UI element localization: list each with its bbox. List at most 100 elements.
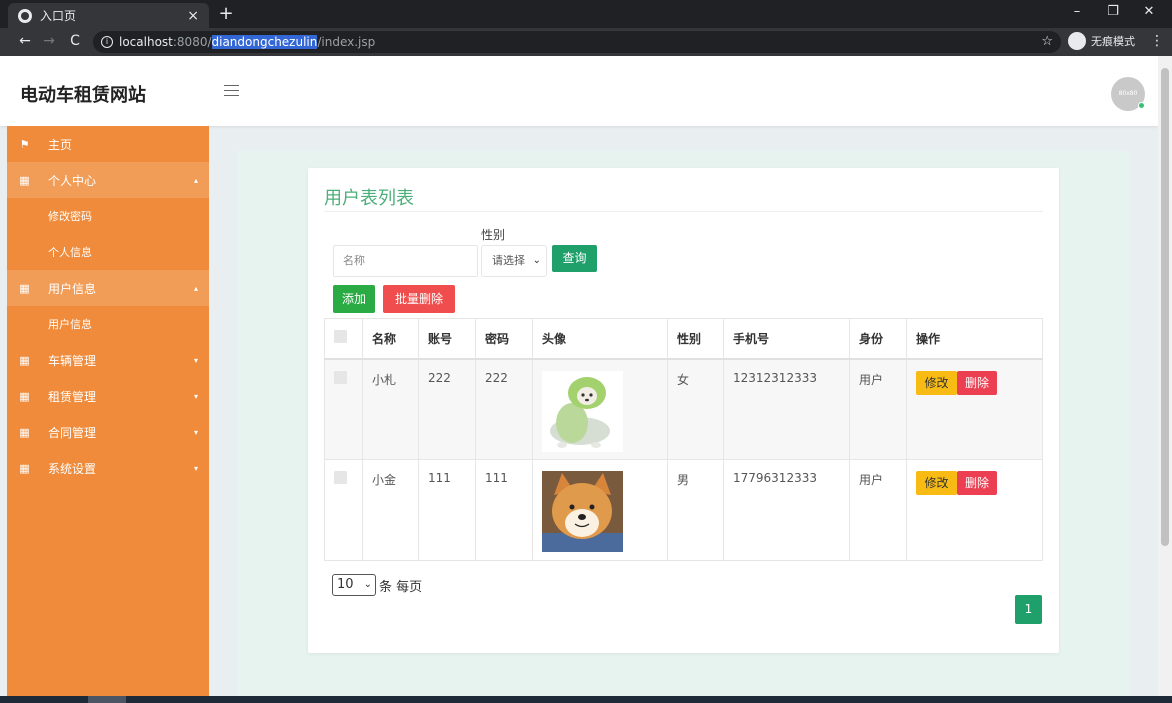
cabbage-dog-photo bbox=[542, 370, 623, 452]
column-header: 操作 bbox=[906, 318, 1043, 360]
sidebar-item-personal-center[interactable]: ▦ 个人中心 ▴ bbox=[7, 162, 209, 198]
page-title: 用户表列表 bbox=[324, 188, 414, 209]
query-button[interactable]: 查询 bbox=[552, 245, 597, 272]
row-select-cell bbox=[324, 358, 363, 460]
cell-avatar bbox=[532, 459, 668, 561]
page-scrollbar[interactable] bbox=[1158, 56, 1172, 696]
column-header: 账号 bbox=[418, 318, 476, 360]
cell-actions: 修改 删除 bbox=[906, 358, 1043, 460]
table-header-row: 名称 账号 密码 头像 性别 手机号 身份 操作 bbox=[324, 318, 1043, 360]
flag-icon: ⚑ bbox=[19, 137, 30, 151]
gender-label: 性别 bbox=[481, 228, 506, 242]
close-tab-icon[interactable]: × bbox=[187, 8, 199, 24]
cell-phone: 17796312333 bbox=[723, 459, 850, 561]
sidebar-item-home[interactable]: ⚑ 主页 bbox=[7, 126, 209, 162]
grid-icon: ▦ bbox=[19, 389, 30, 403]
cell-gender: 男 bbox=[667, 459, 724, 561]
batch-delete-button[interactable]: 批量删除 bbox=[383, 285, 455, 313]
row-checkbox[interactable] bbox=[334, 370, 347, 384]
back-icon[interactable]: ← bbox=[16, 33, 34, 49]
sidebar: ⚑ 主页 ▦ 个人中心 ▴ 修改密码 个人信息 ▦ 用户信息 ▴ 用户信息 ▦ … bbox=[7, 126, 209, 696]
tab-title: 入口页 bbox=[40, 9, 77, 23]
incognito-indicator[interactable]: 无痕模式 bbox=[1068, 32, 1135, 50]
column-header: 性别 bbox=[667, 318, 724, 360]
incognito-icon bbox=[1068, 32, 1086, 50]
reload-icon[interactable]: C bbox=[66, 33, 84, 49]
online-status-dot bbox=[1138, 102, 1145, 109]
chevron-down-icon: ⌄ bbox=[363, 579, 372, 590]
info-icon[interactable]: i bbox=[101, 36, 113, 48]
gender-select[interactable]: 请选择 ⌄ bbox=[481, 245, 547, 277]
add-button[interactable]: 添加 bbox=[333, 285, 375, 313]
globe-icon bbox=[18, 8, 32, 23]
row-checkbox[interactable] bbox=[334, 471, 347, 484]
cell-password: 222 bbox=[475, 358, 533, 460]
minimize-icon[interactable]: – bbox=[1062, 4, 1092, 19]
hamburger-menu-icon[interactable] bbox=[224, 85, 239, 96]
incognito-label: 无痕模式 bbox=[1091, 35, 1135, 48]
sidebar-subitem-user-info[interactable]: 用户信息 bbox=[7, 306, 209, 342]
cell-name: 小金 bbox=[362, 459, 419, 561]
address-bar[interactable]: i localhost :8080/ diandongchezulin /ind… bbox=[93, 31, 1061, 53]
table-row: 小札 222 222 女 12312312333 用户 修改 删除 bbox=[324, 358, 1043, 460]
cell-avatar bbox=[532, 358, 668, 460]
search-input[interactable]: 名称 bbox=[333, 245, 478, 277]
app-header: 电动车租赁网站 80x80 bbox=[0, 56, 1158, 126]
divider bbox=[324, 211, 1043, 212]
column-header: 头像 bbox=[532, 318, 668, 360]
browser-tabbar: 入口页 × + – ❐ ✕ bbox=[0, 0, 1172, 28]
cell-name: 小札 bbox=[362, 358, 419, 460]
url-host: localhost bbox=[119, 35, 173, 49]
sidebar-item-rental-mgmt[interactable]: ▦ 租赁管理 ▾ bbox=[7, 378, 209, 414]
sidebar-item-label: 用户信息 bbox=[48, 281, 97, 296]
delete-button[interactable]: 删除 bbox=[957, 370, 997, 395]
sidebar-item-label: 用户信息 bbox=[48, 318, 92, 331]
site-title: 电动车租赁网站 bbox=[20, 85, 146, 106]
chevron-down-icon: ▾ bbox=[193, 428, 198, 437]
scrollbar-thumb[interactable] bbox=[1161, 68, 1169, 546]
restore-icon[interactable]: ❐ bbox=[1098, 4, 1128, 19]
user-table: 名称 账号 密码 头像 性别 手机号 身份 操作 小札 222 222 女 12… bbox=[324, 318, 1043, 561]
sidebar-item-label: 车辆管理 bbox=[48, 353, 97, 368]
window-close-icon[interactable]: ✕ bbox=[1134, 4, 1164, 19]
cell-role: 用户 bbox=[849, 358, 907, 460]
column-header: 密码 bbox=[475, 318, 533, 360]
cell-password: 111 bbox=[475, 459, 533, 561]
os-taskbar bbox=[0, 696, 1172, 703]
edit-button[interactable]: 修改 bbox=[916, 370, 957, 395]
sidebar-subitem-change-password[interactable]: 修改密码 bbox=[7, 198, 209, 234]
grid-icon: ▦ bbox=[19, 425, 30, 439]
cell-gender: 女 bbox=[667, 358, 724, 460]
pagination-page-button[interactable]: 1 bbox=[1015, 595, 1042, 624]
url-selected-text: diandongchezulin bbox=[211, 35, 318, 49]
new-tab-icon[interactable]: + bbox=[218, 3, 234, 24]
chevron-up-icon: ▴ bbox=[193, 176, 198, 185]
sidebar-item-vehicle-mgmt[interactable]: ▦ 车辆管理 ▾ bbox=[7, 342, 209, 378]
delete-button[interactable]: 删除 bbox=[957, 471, 997, 495]
chevron-down-icon: ▾ bbox=[193, 356, 198, 365]
sidebar-item-label: 合同管理 bbox=[48, 425, 97, 440]
chevron-down-icon: ⌄ bbox=[532, 255, 541, 266]
grid-icon: ▦ bbox=[19, 461, 30, 475]
sidebar-subitem-personal-info[interactable]: 个人信息 bbox=[7, 234, 209, 270]
sidebar-item-user-info[interactable]: ▦ 用户信息 ▴ bbox=[7, 270, 209, 306]
page-size-select[interactable]: 10 ⌄ bbox=[332, 574, 376, 596]
taskbar-item[interactable] bbox=[88, 696, 126, 703]
page-size-suffix: 条 每页 bbox=[379, 579, 423, 595]
grid-icon: ▦ bbox=[19, 173, 30, 187]
browser-menu-icon[interactable]: ⋮ bbox=[1150, 33, 1164, 49]
browser-tab[interactable]: 入口页 × bbox=[8, 3, 209, 28]
column-header: 手机号 bbox=[723, 318, 850, 360]
chevron-up-icon: ▴ bbox=[193, 284, 198, 293]
cell-account: 111 bbox=[418, 459, 476, 561]
select-all-checkbox[interactable] bbox=[334, 330, 347, 344]
row-select-cell bbox=[324, 459, 363, 561]
select-all-cell bbox=[324, 318, 363, 360]
grid-icon: ▦ bbox=[19, 281, 30, 295]
table-row: 小金 111 111 男 17796312333 用户 修改 删除 bbox=[324, 459, 1043, 561]
bookmark-star-icon[interactable]: ☆ bbox=[1041, 34, 1053, 49]
forward-icon[interactable]: → bbox=[40, 33, 58, 49]
sidebar-item-contract-mgmt[interactable]: ▦ 合同管理 ▾ bbox=[7, 414, 209, 450]
edit-button[interactable]: 修改 bbox=[916, 471, 957, 495]
sidebar-item-system-settings[interactable]: ▦ 系统设置 ▾ bbox=[7, 450, 209, 486]
